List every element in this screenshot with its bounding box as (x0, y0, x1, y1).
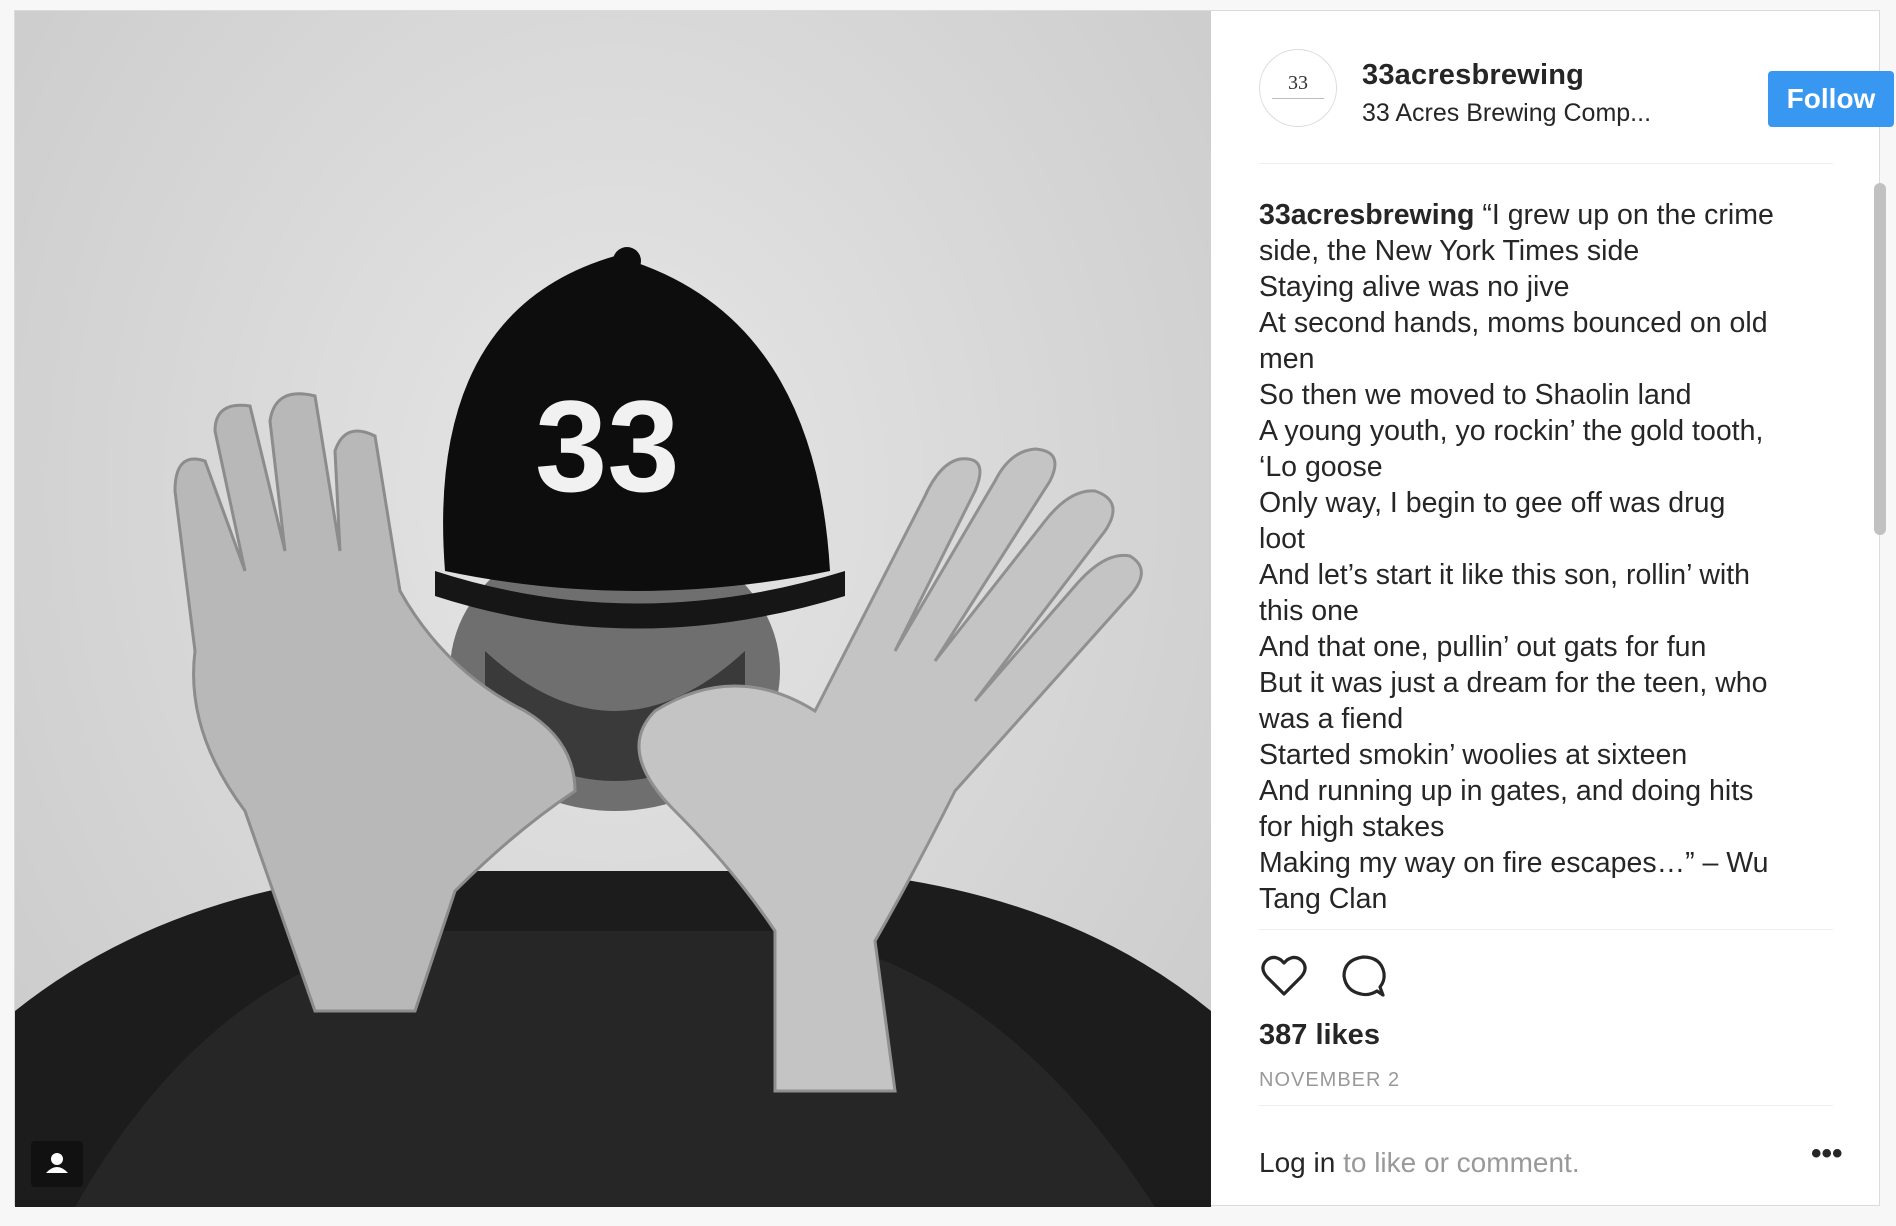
user-tag-icon (46, 1153, 68, 1173)
login-prompt-text: to like or comment. (1335, 1147, 1580, 1178)
login-link[interactable]: Log in (1259, 1147, 1335, 1178)
caption-line: “I grew up on the crime (1482, 199, 1774, 231)
caption-username[interactable]: 33acresbrewing (1259, 199, 1474, 231)
caption-line: side, the New York Times side (1259, 235, 1640, 267)
caption-divider (1259, 929, 1833, 930)
caption-line: At second hands, moms bounced on old (1259, 307, 1768, 339)
cap-logo-text: 33 (535, 373, 680, 519)
more-options-icon[interactable]: ••• (1811, 1139, 1845, 1173)
caption-line: Making my way on fire escapes…” – Wu (1259, 847, 1769, 879)
caption: 33acresbrewing “I grew up on the crime s… (1259, 197, 1819, 917)
like-button[interactable] (1259, 951, 1309, 1001)
caption-line: ‘Lo goose (1259, 451, 1383, 483)
footer-divider (1259, 1105, 1833, 1106)
caption-line: And running up in gates, and doing hits (1259, 775, 1754, 807)
login-prompt: Log in to like or comment. (1259, 1147, 1580, 1179)
caption-line: was a fiend (1259, 703, 1404, 735)
caption-line: A young youth, yo rockin’ the gold tooth… (1259, 415, 1764, 447)
post-header: 33 33acresbrewing 33 Acres Brewing Comp.… (1259, 49, 1894, 135)
avatar-logo-text: 33 (1288, 72, 1308, 94)
caption-line: loot (1259, 523, 1305, 555)
comment-button[interactable] (1339, 951, 1389, 1001)
caption-line: Tang Clan (1259, 883, 1388, 915)
comment-icon (1342, 955, 1386, 997)
post-sidebar: 33 33acresbrewing 33 Acres Brewing Comp.… (1211, 11, 1894, 1205)
username-link[interactable]: 33acresbrewing (1362, 59, 1584, 92)
caption-line: And let’s start it like this son, rollin… (1259, 559, 1751, 591)
heart-icon (1261, 955, 1307, 996)
caption-line: Started smokin’ woolies at sixteen (1259, 739, 1688, 771)
post-actions (1259, 951, 1459, 1001)
caption-line: Staying alive was no jive (1259, 271, 1570, 303)
full-name: 33 Acres Brewing Comp... (1362, 99, 1652, 127)
header-divider (1259, 163, 1833, 164)
tag-people-button[interactable] (31, 1141, 83, 1187)
caption-line: this one (1259, 595, 1359, 627)
avatar[interactable]: 33 (1259, 49, 1337, 127)
photo-illustration: 33 (15, 247, 1211, 1207)
caption-line: men (1259, 343, 1315, 375)
caption-line: for high stakes (1259, 811, 1445, 843)
caption-line: But it was just a dream for the teen, wh… (1259, 667, 1768, 699)
caption-line: Only way, I begin to gee off was drug (1259, 487, 1726, 519)
caption-line: And that one, pullin’ out gats for fun (1259, 631, 1707, 663)
caption-scrollbar[interactable] (1872, 173, 1888, 927)
caption-line: So then we moved to Shaolin land (1259, 379, 1692, 411)
likes-count[interactable]: 387 likes (1259, 1019, 1380, 1052)
caption-scroll-area[interactable]: 33acresbrewing “I grew up on the crime s… (1259, 171, 1819, 923)
scrollbar-thumb[interactable] (1874, 183, 1886, 535)
avatar-logo-rule (1272, 98, 1324, 102)
post-card: 33 33 33acresbrewing 33 Acres Brewing Co… (14, 10, 1894, 1207)
post-date[interactable]: NOVEMBER 2 (1259, 1069, 1400, 1092)
post-photo[interactable]: 33 (15, 11, 1211, 1207)
follow-button[interactable]: Follow (1768, 71, 1894, 127)
